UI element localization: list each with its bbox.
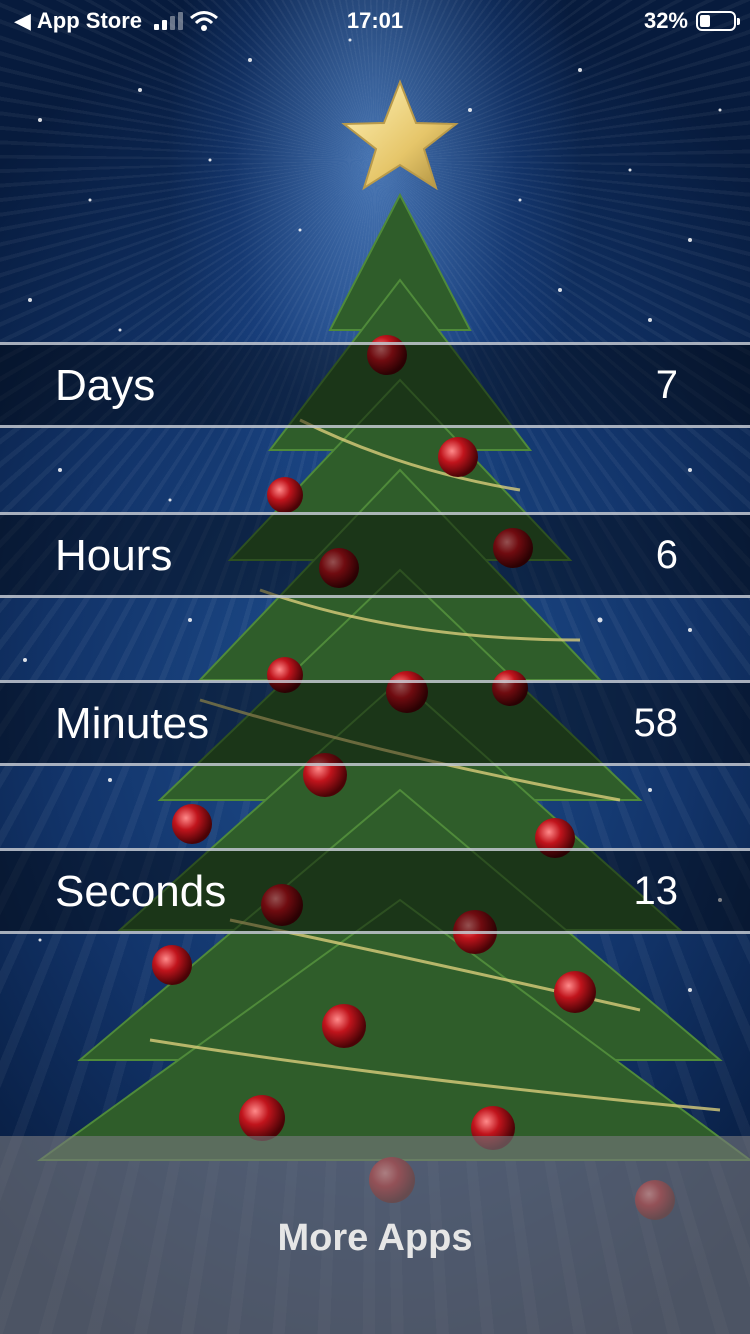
countdown-row-minutes: Minutes 58 [0,680,750,766]
clock: 17:01 [346,8,404,33]
days-value: 7 [655,363,678,407]
countdown-row-days: Days 7 [0,342,750,428]
seconds-value: 13 [633,869,679,913]
countdown-row-seconds: Seconds 13 [0,848,750,934]
star-topper [341,79,459,191]
battery-percent: 32% [643,8,688,33]
seconds-label: Seconds [55,867,227,916]
minutes-label: Minutes [55,699,210,748]
countdown-row-hours: Hours 6 [0,512,750,598]
more-apps-button[interactable]: More Apps [0,1208,750,1268]
days-label: Days [55,361,156,410]
more-apps-bar: More Apps [0,1136,750,1334]
status-bar: ◀ App Store 17:01 32% [0,0,750,42]
christmas-tree [36,79,750,1220]
battery-icon [696,11,740,31]
hours-label: Hours [55,531,173,580]
minutes-value: 58 [633,701,679,745]
hours-value: 6 [655,533,678,577]
